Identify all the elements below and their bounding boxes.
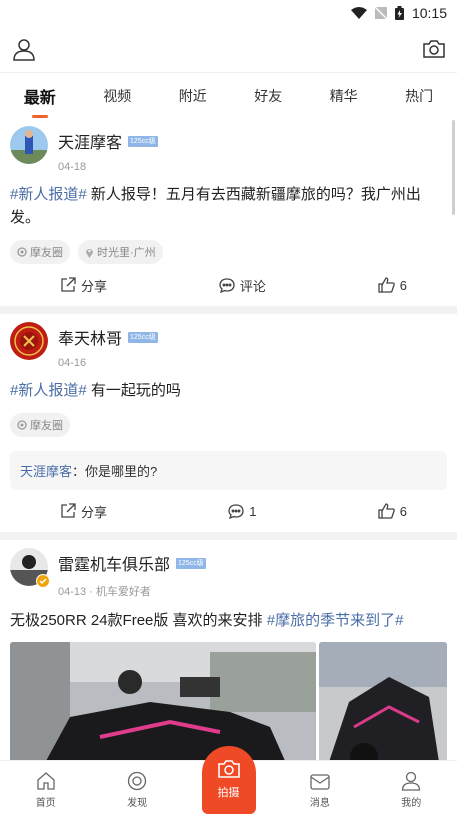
level-badge: 125cc级: [176, 557, 206, 569]
circle-icon: [17, 247, 27, 257]
author-name[interactable]: 奉天林哥: [58, 325, 122, 349]
post-text[interactable]: #新人报道# 新人报导！五月有去西藏新疆摩旅的吗？我广州出发。: [10, 183, 447, 229]
circle-icon: [17, 420, 27, 430]
post-date: 04-13 · 机车爱好者: [58, 586, 151, 598]
like-button[interactable]: 6: [378, 277, 407, 293]
motorcycle-photo[interactable]: [319, 642, 447, 760]
wifi-icon: [350, 7, 367, 19]
scrollbar[interactable]: [452, 120, 455, 215]
photo-grid: [10, 642, 457, 760]
like-button[interactable]: 6: [378, 503, 407, 519]
post-date: 04-16: [58, 357, 87, 369]
location-chip[interactable]: 时光里·广州: [78, 240, 163, 264]
hashtag[interactable]: #新人报道#: [10, 382, 87, 399]
avatar[interactable]: [10, 126, 48, 164]
thumbs-up-icon: [378, 503, 395, 519]
nav-messages[interactable]: 消息: [290, 773, 350, 809]
post-body: 有一起玩的吗: [86, 382, 181, 399]
capture-button[interactable]: 拍摄: [201, 746, 256, 814]
discover-icon: [127, 771, 147, 791]
hashtag[interactable]: #新人报道#: [10, 186, 87, 203]
post-date: 04-18: [58, 161, 87, 173]
tab-latest[interactable]: 最新: [16, 74, 64, 118]
level-badge: 125cc级: [128, 331, 158, 343]
nav-home[interactable]: 首页: [16, 771, 76, 809]
hashtag[interactable]: #摩旅的季节来到了#: [267, 612, 404, 629]
comment-text: ：你是哪里的?: [72, 464, 158, 479]
share-button[interactable]: 分享: [60, 276, 107, 295]
post-text[interactable]: 无极250RR 24款Free版 喜欢的来安排 #摩旅的季节来到了#: [10, 609, 447, 632]
avatar[interactable]: [10, 322, 48, 360]
top-bar: [0, 26, 457, 72]
camera-icon[interactable]: [423, 39, 445, 59]
nav-discover[interactable]: 发现: [107, 771, 167, 809]
comment-preview[interactable]: 天涯摩客：你是哪里的?: [10, 451, 447, 490]
author-name[interactable]: 雷霆机车俱乐部: [58, 551, 170, 575]
circle-chip[interactable]: 摩友圈: [10, 240, 70, 264]
chip-label: 时光里·广州: [97, 247, 156, 259]
share-button[interactable]: 分享: [60, 502, 107, 521]
post-card[interactable]: 天涯摩客 125cc级 04-18 #新人报道# 新人报导！五月有去西藏新疆摩旅…: [0, 118, 457, 314]
post-card[interactable]: 奉天林哥 125cc级 04-16 #新人报道# 有一起玩的吗 摩友圈 天涯摩客…: [0, 314, 457, 540]
camera-icon: [217, 760, 240, 778]
tab-nearby[interactable]: 附近: [171, 76, 215, 116]
thumbs-up-icon: [378, 277, 395, 293]
level-badge: 125cc级: [128, 135, 158, 147]
message-icon: [310, 774, 330, 790]
author-name[interactable]: 天涯摩客: [58, 129, 122, 153]
chip-label: 摩友圈: [30, 420, 63, 432]
comment-button[interactable]: 评论: [219, 276, 266, 295]
chip-label: 摩友圈: [30, 247, 63, 259]
feed-tabs: 最新 视频 附近 好友 精华 热门: [0, 72, 457, 118]
tab-featured[interactable]: 精华: [322, 76, 366, 116]
verified-badge-icon: [36, 574, 50, 588]
motorcycle-photo[interactable]: [10, 642, 316, 760]
tab-hot[interactable]: 热门: [397, 76, 441, 116]
post-body: 无极250RR 24款Free版 喜欢的来安排: [10, 612, 267, 629]
share-icon: [61, 503, 76, 518]
avatar[interactable]: [10, 548, 50, 588]
nav-mine[interactable]: 我的: [381, 771, 441, 809]
battery-icon: [394, 6, 404, 20]
user-icon: [402, 771, 421, 791]
no-signal-icon: [374, 7, 387, 19]
status-bar: 10:15: [0, 0, 457, 26]
feed-list[interactable]: 天涯摩客 125cc级 04-18 #新人报道# 新人报导！五月有去西藏新疆摩旅…: [0, 118, 457, 760]
post-card[interactable]: 雷霆机车俱乐部 125cc级 04-13 · 机车爱好者 无极250RR 24款…: [0, 540, 457, 760]
post-text[interactable]: #新人报道# 有一起玩的吗: [10, 379, 447, 402]
profile-icon[interactable]: [12, 37, 36, 61]
comment-icon: [219, 278, 235, 293]
tab-friends[interactable]: 好友: [246, 76, 290, 116]
tab-video[interactable]: 视频: [95, 76, 139, 116]
comment-icon: [228, 504, 244, 519]
share-icon: [61, 277, 76, 292]
home-icon: [37, 772, 55, 790]
comment-author[interactable]: 天涯摩客: [20, 464, 72, 479]
comment-button[interactable]: 1: [228, 503, 257, 519]
bottom-nav: 首页 发现 消息 我的 拍摄: [0, 746, 457, 814]
location-pin-icon: [86, 248, 93, 258]
status-time: 10:15: [411, 5, 447, 21]
circle-chip[interactable]: 摩友圈: [10, 413, 70, 437]
